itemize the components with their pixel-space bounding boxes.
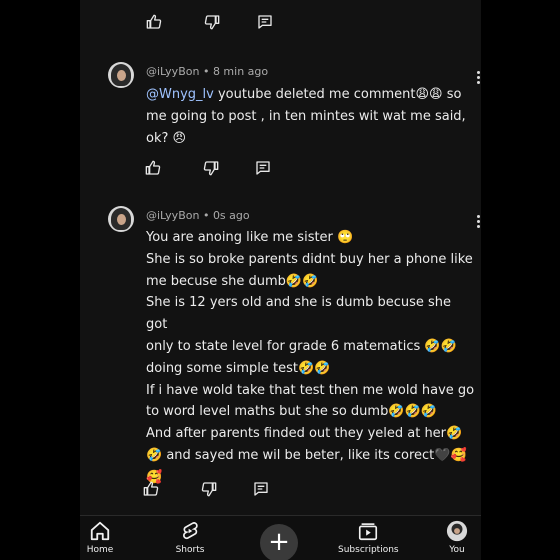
nav-subscriptions[interactable]: Subscriptions: [338, 520, 399, 555]
dislike-button[interactable]: [198, 478, 220, 500]
phone-screen: @iLyyBon • 8 min ago @Wnyg_lv youtube de…: [80, 0, 481, 560]
thumbs-up-icon: [143, 481, 159, 496]
home-icon: [90, 521, 110, 541]
meta-separator: •: [199, 209, 213, 222]
subscriptions-icon: [358, 523, 378, 541]
dislike-button[interactable]: [201, 11, 223, 33]
comment-actions: [80, 157, 481, 187]
comment-text: You are anoing like me sister 🙄 She is s…: [146, 230, 475, 485]
profile-avatar-icon: [446, 520, 468, 542]
dislike-button[interactable]: [200, 157, 222, 179]
comment-meta: @iLyyBon • 0s ago: [146, 209, 250, 222]
meta-separator: •: [199, 65, 213, 78]
thumbs-down-icon: [201, 482, 217, 497]
shorts-icon: [183, 522, 198, 540]
comment-mention[interactable]: @Wnyg_lv: [146, 87, 214, 102]
reply-icon: [254, 482, 268, 496]
comment-author[interactable]: @iLyyBon: [146, 209, 199, 222]
reply-button[interactable]: [252, 157, 274, 179]
nav-home[interactable]: Home: [80, 520, 130, 555]
nav-shorts[interactable]: Shorts: [160, 520, 220, 555]
reply-button[interactable]: [254, 11, 276, 33]
thumbs-up-icon: [146, 14, 162, 29]
comment-meta: @iLyyBon • 8 min ago: [146, 65, 268, 78]
reply-icon: [256, 161, 270, 175]
thumbs-down-icon: [204, 15, 220, 30]
reply-icon: [258, 15, 272, 29]
avatar[interactable]: [108, 206, 134, 232]
bottom-navigation: Home Shorts + Subscriptions You: [80, 515, 481, 560]
like-button[interactable]: [142, 157, 164, 179]
nav-subscriptions-label: Subscriptions: [338, 545, 399, 555]
nav-you-label: You: [449, 545, 465, 555]
reply-button[interactable]: [250, 478, 272, 500]
comment-actions: [80, 478, 481, 508]
plus-icon: +: [268, 527, 290, 557]
nav-you[interactable]: You: [427, 520, 481, 555]
comment-author[interactable]: @iLyyBon: [146, 65, 199, 78]
nav-home-label: Home: [86, 545, 114, 555]
thumbs-down-icon: [203, 161, 219, 176]
comment-text: @Wnyg_lv youtube deleted me comment😩😩 so…: [146, 84, 476, 149]
thumbs-up-icon: [145, 160, 161, 175]
create-button[interactable]: +: [260, 524, 298, 560]
comment-time: 0s ago: [212, 209, 250, 222]
comment-time: 8 min ago: [212, 65, 269, 78]
like-button[interactable]: [143, 11, 165, 33]
comment-actions: [80, 11, 481, 41]
nav-shorts-label: Shorts: [175, 545, 205, 555]
like-button[interactable]: [140, 478, 162, 500]
avatar[interactable]: [108, 62, 134, 88]
